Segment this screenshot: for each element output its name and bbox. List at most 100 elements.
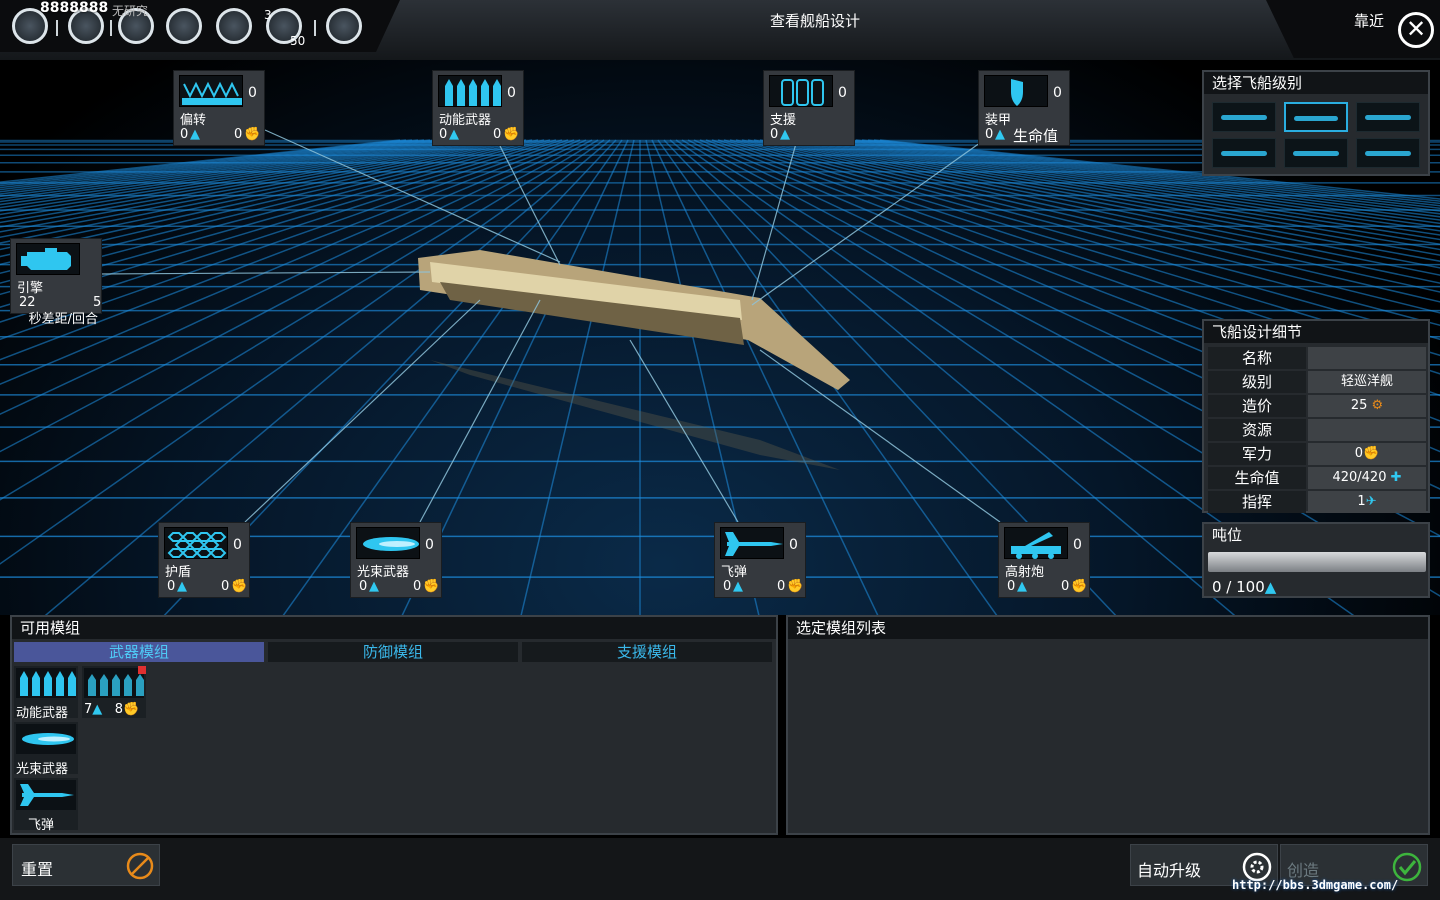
command-value: 1 <box>1357 494 1366 509</box>
auto-upgrade-label: 自动升级 <box>1137 861 1202 880</box>
slot-artillery[interactable]: 0 高射炮 0 ▲ 0 ✊ <box>998 522 1090 598</box>
detail-value: 25 ⚙ <box>1308 395 1426 417</box>
missile-icon <box>720 527 784 559</box>
power-value: 0 <box>413 579 422 594</box>
reset-label: 重置 <box>21 860 54 879</box>
ship-class-option[interactable] <box>1212 138 1276 168</box>
slot-label: 光束武器 <box>357 565 410 580</box>
tab-weapon-modules[interactable]: 武器模组 <box>14 642 264 662</box>
slot-label: 动能武器 <box>439 113 492 128</box>
slot-count: 0 <box>1073 537 1082 553</box>
close-button[interactable]: ✕ <box>1398 12 1434 48</box>
credits-value: 8888888 <box>40 0 109 16</box>
slot-engine[interactable]: 引擎 22 5 <box>10 238 102 314</box>
tonnage-value: 0 <box>359 579 368 594</box>
engine-unit-label: 秒差距/回合 <box>28 312 98 327</box>
ship-name-field[interactable] <box>1308 347 1426 369</box>
ship-class-option-selected[interactable] <box>1284 102 1348 132</box>
separator <box>314 20 316 36</box>
ship-class-option[interactable] <box>1356 138 1420 168</box>
power-value: 8 <box>114 702 123 717</box>
module-label: 光束武器 <box>16 762 69 777</box>
detail-label: 军力 <box>1208 443 1306 465</box>
detail-row-cost: 造价 25 ⚙ <box>1208 395 1426 417</box>
ship-reflection <box>430 360 840 470</box>
ship-class-option[interactable] <box>1284 138 1348 168</box>
detail-row-class: 级别 轻巡洋舰 <box>1208 371 1426 393</box>
kinetic-weapon-icon <box>438 75 502 107</box>
detail-label: 级别 <box>1208 371 1306 393</box>
tonnage-bar <box>1208 552 1426 572</box>
detail-row-command: 指挥 1✈ <box>1208 491 1426 513</box>
reset-button[interactable]: 重置 <box>12 844 160 886</box>
slot-deflector[interactable]: 0 偏转 0 ▲ 0 ✊ <box>173 70 265 146</box>
weight-icon: ▲ <box>995 127 1005 142</box>
slot-missile[interactable]: 0 飞弹 0 ▲ 0 ✊ <box>714 522 806 598</box>
connector-line <box>759 349 1001 523</box>
module-stats: 7▲ 8✊ <box>84 702 139 717</box>
detail-label: 指挥 <box>1208 491 1306 513</box>
tonnage-value: 0 <box>439 127 448 142</box>
detail-value <box>1308 419 1426 441</box>
slot-kinetic[interactable]: 0 动能武器 0 ▲ 0 ✊ <box>432 70 524 146</box>
tonnage-title: 吨位 <box>1212 526 1243 544</box>
hex-shield-icon <box>164 527 228 559</box>
detail-value: 轻巡洋舰 <box>1308 371 1426 393</box>
slot-label: 护盾 <box>165 565 192 580</box>
support-icon <box>769 75 833 107</box>
ship-class-option[interactable] <box>1212 102 1276 132</box>
power-value: 0 <box>777 579 786 594</box>
satellite-icon: ✈ <box>1365 494 1377 509</box>
tab-defense-modules[interactable]: 防御模组 <box>268 642 518 662</box>
cancel-circle-icon <box>126 852 154 880</box>
module-kinetic-upgraded[interactable]: 7▲ 8✊ <box>82 666 146 718</box>
weight-icon: ▲ <box>449 127 459 142</box>
slot-armor[interactable]: 0 装甲 0 ▲ 生命值 <box>978 70 1070 146</box>
ship-silhouette-icon <box>1221 115 1267 120</box>
engine-icon <box>16 243 80 275</box>
detail-label: 资源 <box>1208 419 1306 441</box>
tonnage-panel: 吨位 0 / 100▲ <box>1202 522 1430 598</box>
settings-icon[interactable] <box>326 8 362 44</box>
population-badge-bottom: 50 <box>290 34 306 48</box>
ship-class-option[interactable] <box>1356 102 1420 132</box>
grid-line <box>282 139 623 615</box>
grid-line <box>44 139 611 615</box>
slot-label: 飞弹 <box>721 565 748 580</box>
module-kinetic[interactable]: 动能武器 <box>14 666 78 721</box>
detail-row-name: 名称 <box>1208 347 1426 369</box>
power-value: 0 <box>493 127 502 142</box>
fist-icon: ✊ <box>231 579 248 594</box>
ship-silhouette-icon <box>1365 115 1411 120</box>
beam-weapon-icon <box>356 527 420 559</box>
fist-icon: ✊ <box>122 702 140 717</box>
weight-icon: ▲ <box>780 127 790 142</box>
kinetic-weapon-icon <box>16 668 76 698</box>
ship-class-panel: 选择飞船级别 <box>1202 70 1430 176</box>
planets-icon[interactable] <box>166 8 202 44</box>
connector-line <box>496 139 561 266</box>
detail-value: 0✊ <box>1308 443 1426 465</box>
slot-count: 0 <box>789 537 798 553</box>
ship-class-title: 选择飞船级别 <box>1204 72 1428 94</box>
slot-beam[interactable]: 0 光束武器 0 ▲ 0 ✊ <box>350 522 442 598</box>
module-beam[interactable]: 光束武器 <box>14 722 78 777</box>
kinetic-weapon-icon <box>84 668 144 698</box>
fist-icon: ✊ <box>1363 446 1380 461</box>
slot-shield[interactable]: 0 护盾 0 ▲ 0 ✊ <box>158 522 250 598</box>
slot-label: 偏转 <box>180 113 207 128</box>
tonnage-value: 0 <box>167 579 176 594</box>
module-missile[interactable]: 飞弹 <box>14 778 78 833</box>
slot-support[interactable]: 0 支援 0 ▲ <box>763 70 855 146</box>
tonnage-value: 0 <box>723 579 732 594</box>
weight-icon: ▲ <box>733 579 743 594</box>
power-value: 0 <box>234 127 243 142</box>
fist-icon: ✊ <box>423 579 440 594</box>
diplomacy-icon[interactable] <box>216 8 252 44</box>
plus-icon: ✚ <box>1390 470 1402 485</box>
cost-value: 25 <box>1350 398 1368 413</box>
slot-label: 装甲 <box>985 113 1012 128</box>
tab-support-modules[interactable]: 支援模组 <box>522 642 772 662</box>
research-status: 无研究 <box>112 4 149 18</box>
module-label: 动能武器 <box>16 706 69 721</box>
